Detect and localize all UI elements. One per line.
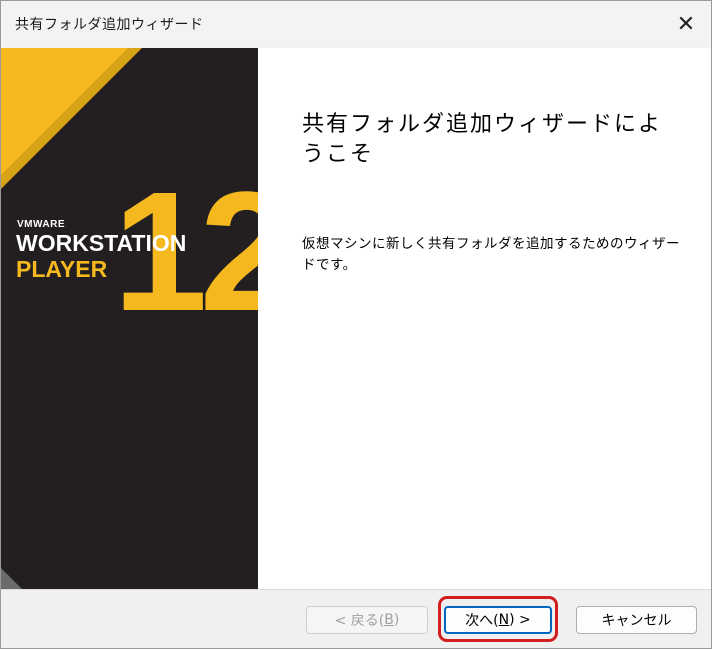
product-line1: WORKSTATION (16, 230, 186, 256)
product-banner: 12 VMWARE WORKSTATION PLAYER (1, 48, 258, 589)
back-button[interactable]: < 戻る(B) (306, 606, 428, 634)
cancel-button[interactable]: キャンセル (576, 606, 697, 634)
window-title: 共有フォルダ追加ウィザード (15, 17, 204, 33)
product-line2: PLAYER (16, 256, 108, 282)
welcome-description: 仮想マシンに新しく共有フォルダを追加するためのウィザードです。 (302, 236, 680, 273)
next-accelerator: N (498, 612, 510, 628)
back-label-prefix: < 戻る( (334, 613, 385, 629)
welcome-heading: 共有フォルダ追加ウィザードにようこそ (302, 112, 663, 167)
next-label-suffix: ) > (509, 612, 531, 628)
next-button[interactable]: 次へ(N) > (444, 606, 552, 634)
close-icon: ✕ (676, 11, 696, 37)
title-bar: 共有フォルダ追加ウィザード ✕ (1, 1, 711, 47)
wizard-window: 共有フォルダ追加ウィザード ✕ 12 VMWARE WORKSTATION PL… (0, 0, 712, 649)
back-label-suffix: ) (393, 612, 400, 628)
button-bar: < 戻る(B) 次へ(N) > キャンセル (1, 589, 711, 648)
wizard-content: 共有フォルダ追加ウィザードにようこそ 仮想マシンに新しく共有フォルダを追加するた… (258, 48, 711, 589)
next-label-prefix: 次へ( (465, 613, 499, 629)
close-button[interactable]: ✕ (661, 1, 711, 47)
brand-label: VMWARE (17, 219, 65, 230)
banner-artwork: 12 VMWARE WORKSTATION PLAYER (1, 48, 258, 589)
back-accelerator: B (384, 612, 394, 628)
